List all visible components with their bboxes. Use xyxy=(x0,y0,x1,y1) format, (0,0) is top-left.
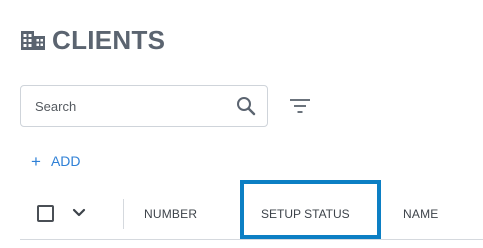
column-header-number[interactable]: NUMBER xyxy=(144,207,197,221)
column-header-name[interactable]: NAME xyxy=(403,207,438,221)
page-header: CLIENTS xyxy=(20,24,165,56)
search-box[interactable] xyxy=(20,85,268,127)
chevron-down-icon[interactable] xyxy=(71,204,87,222)
column-divider xyxy=(123,199,124,229)
search-icon[interactable] xyxy=(235,95,257,117)
building-icon xyxy=(20,28,46,52)
page-title: CLIENTS xyxy=(52,24,166,55)
search-input[interactable] xyxy=(35,98,235,114)
add-client-button[interactable]: + ADD xyxy=(31,150,81,172)
add-label: ADD xyxy=(50,153,81,169)
clients-page: CLIENTS + ADD NUMBER NAME SET xyxy=(0,0,483,248)
select-all-checkbox[interactable] xyxy=(37,205,54,222)
filter-icon[interactable] xyxy=(288,95,312,117)
setup-status-highlight xyxy=(240,180,381,239)
plus-icon: + xyxy=(31,151,41,171)
